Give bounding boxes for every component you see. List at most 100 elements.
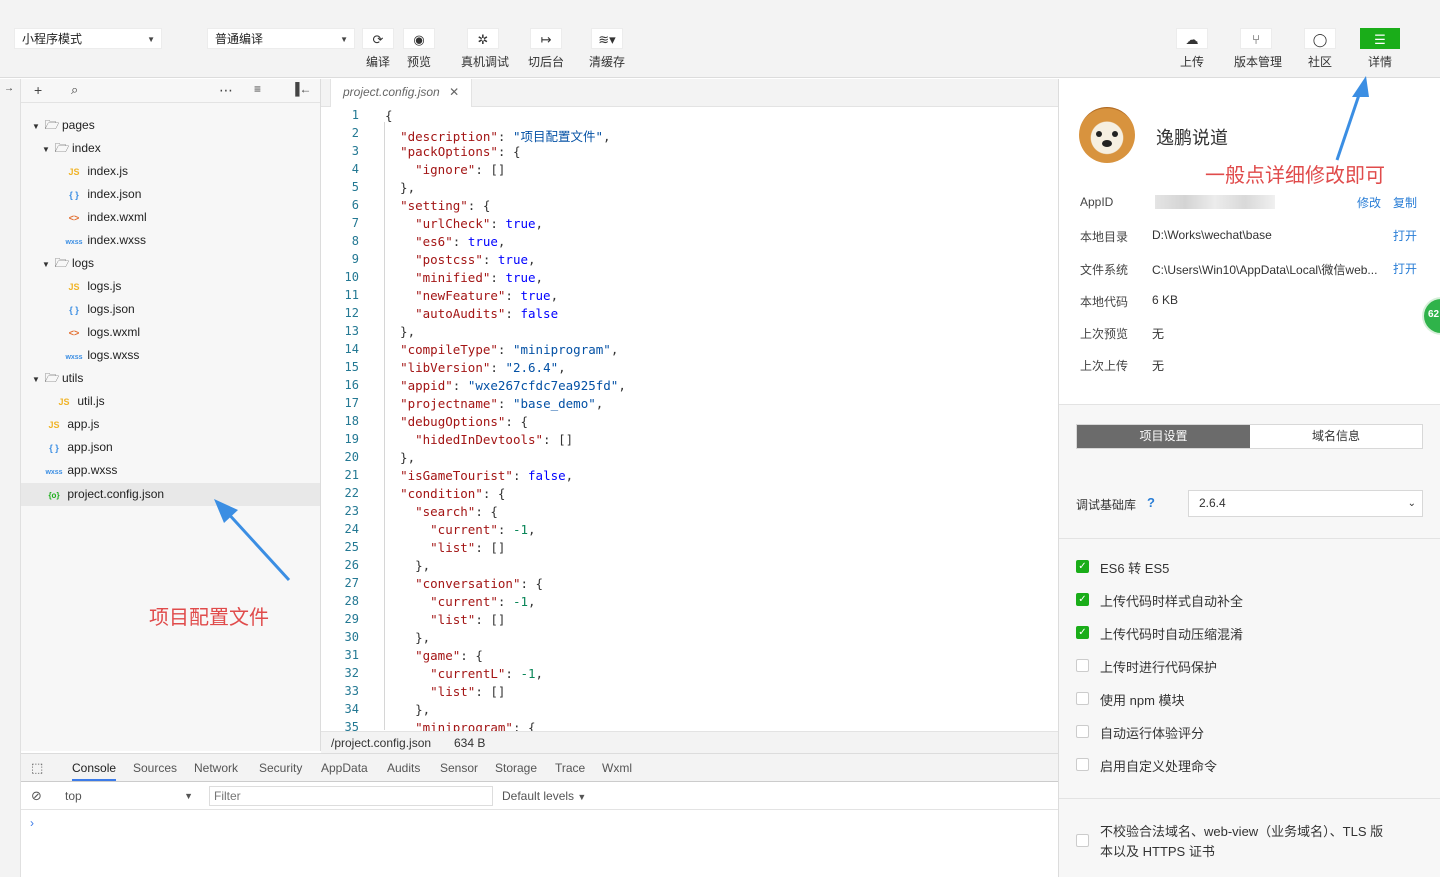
explorer-toolbar: + ⌕ ⋯ ≡ ▐← (21, 79, 320, 103)
mode-select[interactable]: 小程序模式 ▼ (14, 28, 162, 49)
appid-label: AppID (1080, 195, 1114, 209)
details-panel: 逸鹏说道 AppID 修改 复制 本地目录 D:\Works\wechat\ba… (1058, 79, 1440, 877)
floating-badge[interactable]: 62 (1422, 297, 1440, 335)
devtools-tab-trace[interactable]: Trace (555, 761, 585, 775)
clear-console-icon[interactable]: ⊘ (31, 788, 42, 804)
tree-file-logs-json[interactable]: { } logs.json (21, 298, 320, 321)
devtools-tab-appdata[interactable]: AppData (321, 761, 368, 775)
code-line: "appid": "wxe267cfdc7ea925fd", (400, 378, 626, 393)
details-button[interactable]: ☰ 详情 (1358, 28, 1402, 70)
tree-file-logs-wxss[interactable]: wxss logs.wxss (21, 344, 320, 367)
line-number: 1 (351, 108, 359, 122)
code-line: "isGameTourist": false, (400, 468, 574, 483)
compile-mode-select[interactable]: 普通编译 ▼ (207, 28, 355, 49)
tree-folder-index[interactable]: ▼ 🗁 index (21, 137, 320, 160)
console-filter-input[interactable] (209, 786, 493, 806)
line-number: 24 (344, 522, 359, 536)
tree-file-app-wxss[interactable]: wxss app.wxss (21, 459, 320, 482)
local-dir-label: 本地目录 (1080, 230, 1129, 244)
tree-file-index-js[interactable]: JS index.js (21, 160, 320, 183)
editor-status-bar: /project.config.json 634 B (321, 731, 1058, 753)
tree-label: app.wxss (67, 463, 118, 477)
search-icon[interactable]: ⌕ (71, 82, 78, 98)
tree-file-index-json[interactable]: { } index.json (21, 183, 320, 206)
tree-label: index.js (87, 164, 129, 178)
inspect-element-icon[interactable]: ⬚ (31, 760, 43, 776)
clear-cache-button[interactable]: ≋▾ 清缓存 (585, 28, 629, 70)
code-line: "conversation": { (415, 576, 544, 591)
skip-domain-check-checkbox[interactable] (1076, 834, 1089, 847)
more-icon[interactable]: ⋯ (219, 82, 233, 99)
compile-button[interactable]: ⟳ 编译 (356, 28, 400, 70)
devtools-tab-sensor[interactable]: Sensor (440, 761, 478, 775)
version-button[interactable]: ⑂ 版本管理 (1234, 28, 1282, 70)
log-levels-select[interactable]: Default levels ▼ (502, 786, 586, 806)
tree-file-logs-js[interactable]: JS logs.js (21, 275, 320, 298)
add-icon[interactable]: + (34, 82, 42, 98)
option-checkbox[interactable] (1076, 725, 1089, 738)
tree-label: logs.json (87, 302, 135, 316)
project-name: 逸鹏说道 (1156, 128, 1228, 148)
code-line: "ignore": [] (415, 162, 506, 177)
fs-label: 文件系统 (1080, 263, 1129, 277)
folder-icon: 🗁 (54, 256, 70, 270)
context-select[interactable]: top ▼ (57, 786, 197, 806)
tree-label: utils (62, 371, 84, 385)
line-number: 2 (351, 126, 359, 140)
tab-project-settings[interactable]: 项目设置 (1077, 425, 1250, 448)
code-line: "hidedInDevtools": [] (415, 432, 574, 447)
tree-file-project-config[interactable]: {o} project.config.json (21, 483, 320, 506)
arrow-right-icon[interactable]: → (4, 83, 14, 94)
chevron-down-icon: ▼ (340, 35, 348, 44)
tree-folder-logs[interactable]: ▼ 🗁 logs (21, 252, 320, 275)
lib-version-select[interactable]: 2.6.4 ⌄ (1188, 490, 1423, 517)
help-icon[interactable]: ? (1147, 495, 1155, 510)
line-number: 29 (344, 612, 359, 626)
tree-file-app-js[interactable]: JS app.js (21, 413, 320, 436)
option-checkbox[interactable] (1076, 692, 1089, 705)
devtools-tab-audits[interactable]: Audits (387, 761, 420, 775)
status-path: /project.config.json (331, 736, 432, 750)
option-checkbox[interactable] (1076, 659, 1089, 672)
copy-appid-link[interactable]: 复制 (1393, 194, 1417, 211)
open-local-dir-link[interactable]: 打开 (1393, 227, 1417, 244)
upload-button[interactable]: ☁ 上传 (1170, 28, 1214, 70)
code-line: "minified": true, (415, 270, 544, 285)
collapse-icon[interactable]: ≡ (254, 82, 261, 96)
devtools-tab-storage[interactable]: Storage (495, 761, 537, 775)
remote-debug-button[interactable]: ✲ 真机调试 (461, 28, 509, 70)
option-checkbox[interactable]: ✓ (1076, 560, 1089, 573)
editor-tab-project-config[interactable]: project.config.json ✕ (330, 79, 473, 107)
code-line: "list": [] (430, 612, 506, 627)
panel-toggle-icon[interactable]: ▐← (291, 82, 312, 96)
option-label: 使用 npm 模块 (1100, 693, 1185, 708)
tab-domain-info[interactable]: 域名信息 (1250, 425, 1422, 448)
json-file-icon: { } (69, 305, 79, 315)
devtools-tab-network[interactable]: Network (194, 761, 238, 775)
background-button[interactable]: ↦ 切后台 (524, 28, 568, 70)
option-checkbox[interactable] (1076, 758, 1089, 771)
tree-file-app-json[interactable]: { } app.json (21, 436, 320, 459)
devtools-tab-security[interactable]: Security (259, 761, 302, 775)
chevron-down-icon: ▼ (184, 791, 193, 801)
tree-file-util-js[interactable]: JS util.js (21, 390, 320, 413)
tree-folder-utils[interactable]: ▼ 🗁 utils (21, 367, 320, 390)
devtools-tab-console[interactable]: Console (72, 761, 117, 781)
option-checkbox[interactable]: ✓ (1076, 593, 1089, 606)
tree-file-index-wxml[interactable]: <> index.wxml (21, 206, 320, 229)
file-explorer: + ⌕ ⋯ ≡ ▐← ▼ 🗁 pages ▼ 🗁 index JS index.js {… (21, 79, 321, 751)
tree-folder-pages[interactable]: ▼ 🗁 pages (21, 114, 320, 137)
close-icon[interactable]: ✕ (449, 85, 459, 99)
devtools-tab-wxml[interactable]: Wxml (602, 761, 632, 775)
open-fs-link[interactable]: 打开 (1393, 260, 1417, 277)
option-checkbox[interactable]: ✓ (1076, 626, 1089, 639)
line-number-gutter: 1 2 3 4 5 6 7 8 9 10 11 12 13 14 15 16 17 18 19 20 21 22 23 24 2… (321, 107, 371, 734)
console-prompt[interactable]: › (30, 816, 34, 830)
code-editor[interactable]: project.config.json ✕ 1 2 3 4 5 6 7 8 9 10 11 12 13 1… (321, 79, 1058, 735)
preview-button[interactable]: ◉ 预览 (397, 28, 441, 70)
tree-file-index-wxss[interactable]: wxss index.wxss (21, 229, 320, 252)
devtools-tab-sources[interactable]: Sources (133, 761, 177, 775)
tree-file-logs-wxml[interactable]: <> logs.wxml (21, 321, 320, 344)
modify-appid-link[interactable]: 修改 (1357, 194, 1381, 211)
community-button[interactable]: ◯ 社区 (1298, 28, 1342, 70)
